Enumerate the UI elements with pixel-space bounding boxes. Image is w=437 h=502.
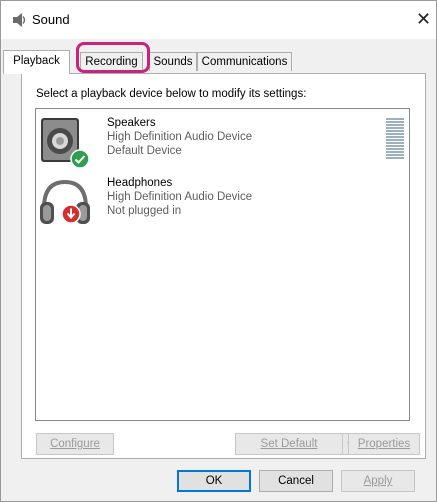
instruction-text: Select a playback device below to modify… [36, 88, 307, 100]
speaker-icon [37, 116, 93, 170]
tab-sounds[interactable]: Sounds [149, 52, 197, 71]
headphones-icon [37, 176, 93, 230]
device-status: Not plugged in [107, 205, 182, 217]
recording-tab-highlight [76, 42, 150, 73]
device-status: Default Device [107, 145, 182, 157]
window-title: Sound [32, 12, 70, 27]
configure-button[interactable]: Configure [36, 433, 114, 455]
configure-label: Configure [50, 438, 100, 450]
speaker-title-icon [11, 12, 27, 28]
properties-label: Properties [357, 438, 411, 450]
tab-playback[interactable]: Playback [3, 50, 70, 74]
list-item[interactable]: Speakers High Definition Audio Device De… [36, 114, 409, 174]
volume-level-meter [386, 118, 404, 160]
down-arrow-badge-icon [61, 204, 81, 224]
set-default-button[interactable]: Set Default [235, 433, 343, 455]
list-item[interactable]: Headphones High Definition Audio Device … [36, 174, 409, 234]
check-badge-icon [70, 149, 90, 169]
apply-label: Apply [363, 475, 393, 487]
device-driver: High Definition Audio Device [107, 191, 253, 203]
sound-dialog: Sound ✕ Playback Recording Sounds Commun… [0, 0, 437, 502]
apply-button[interactable]: Apply [341, 470, 415, 492]
device-name: Headphones [107, 177, 173, 189]
ok-button[interactable]: OK [177, 470, 251, 492]
device-name: Speakers [107, 117, 156, 129]
set-default-label: Set Default [260, 438, 318, 450]
playback-panel: Select a playback device below to modify… [21, 73, 426, 459]
tab-strip: Playback Recording Sounds Communications [1, 50, 436, 74]
cancel-button[interactable]: Cancel [259, 470, 333, 492]
close-icon[interactable]: ✕ [416, 9, 431, 30]
title-bar: Sound ✕ [1, 1, 436, 39]
tab-communications[interactable]: Communications [197, 52, 292, 71]
properties-button[interactable]: Properties [348, 433, 420, 455]
device-driver: High Definition Audio Device [107, 131, 253, 143]
device-list[interactable]: Speakers High Definition Audio Device De… [35, 108, 410, 421]
